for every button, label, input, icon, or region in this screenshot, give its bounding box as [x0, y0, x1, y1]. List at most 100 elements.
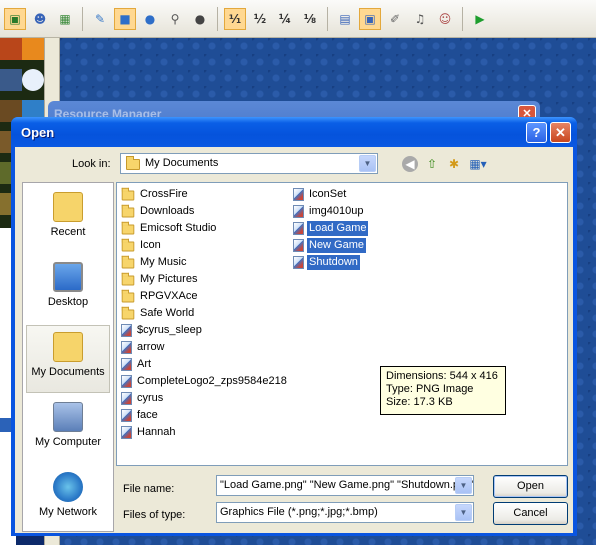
file-name: cyrus	[137, 392, 164, 404]
list-item[interactable]: Safe World	[121, 306, 196, 321]
event-icon[interactable]: ☻	[29, 8, 51, 30]
playtest-icon[interactable]: ▶	[469, 8, 491, 30]
file-name: RPGVXAce	[140, 290, 198, 302]
help-button[interactable]: ?	[526, 122, 547, 143]
zoom-1-2-button[interactable]: ½	[249, 8, 271, 30]
files-of-type-label: Files of type:	[123, 509, 186, 521]
my-network-icon	[53, 472, 83, 502]
file-name: CompleteLogo2_zps9584e218	[137, 375, 287, 387]
chevron-down-icon[interactable]: ▼	[455, 504, 472, 521]
list-item[interactable]: My Music	[121, 255, 188, 270]
views-menu-icon[interactable]: ▦▾	[466, 155, 490, 173]
tile[interactable]	[22, 38, 44, 60]
file-name: Downloads	[140, 205, 195, 217]
list-item[interactable]: Hannah	[121, 425, 178, 440]
list-item[interactable]: Art	[121, 357, 153, 372]
database-icon[interactable]: ▤	[334, 8, 356, 30]
shadow-pen-icon[interactable]: ●	[189, 8, 211, 30]
chevron-down-icon[interactable]: ▼	[455, 477, 472, 494]
list-item[interactable]: Downloads	[121, 204, 196, 219]
png-file-icon	[293, 239, 304, 252]
character-icon[interactable]: ☺	[434, 8, 456, 30]
places-recent[interactable]: Recent	[26, 185, 110, 253]
my-documents-icon	[53, 332, 83, 362]
back-icon[interactable]: ◀	[402, 156, 418, 172]
folder-icon	[121, 221, 135, 235]
cancel-button[interactable]: Cancel	[493, 502, 568, 525]
places-bar: Recent Desktop My Documents My Computer …	[22, 182, 114, 532]
png-file-icon	[121, 392, 132, 405]
new-folder-icon[interactable]: ✱	[445, 155, 463, 173]
list-item[interactable]: IconSet	[293, 187, 348, 202]
list-item[interactable]: Emicsoft Studio	[121, 221, 218, 236]
list-item-selected[interactable]: Load Game	[293, 221, 369, 236]
zoom-1-1-button[interactable]: ¹⁄₁	[224, 7, 246, 30]
list-item[interactable]: $cyrus_sleep	[121, 323, 204, 338]
places-label: Desktop	[47, 296, 89, 308]
folder-icon	[121, 306, 135, 320]
list-item[interactable]: CrossFire	[121, 187, 190, 202]
pencil-icon[interactable]: ✎	[89, 8, 111, 30]
open-dialog: Open ? ✕ Look in: My Documents ▼ ◀ ⇧ ✱ ▦…	[11, 117, 577, 536]
list-item[interactable]: img4010up	[293, 204, 365, 219]
sound-test-icon[interactable]: ♫	[409, 8, 431, 30]
toolbar-separator	[217, 6, 218, 31]
file-name: face	[137, 409, 158, 421]
file-name: Safe World	[140, 307, 195, 319]
map-icon[interactable]: ▦	[54, 8, 76, 30]
ellipse-icon[interactable]: ●	[139, 8, 161, 30]
list-item[interactable]: CompleteLogo2_zps9584e218	[121, 374, 289, 389]
list-item[interactable]: Icon	[121, 238, 163, 253]
look-in-value: My Documents	[145, 157, 219, 169]
file-name-field[interactable]: "Load Game.png" "New Game.png" "Shutdown…	[216, 475, 474, 496]
file-info-tooltip: Dimensions: 544 x 416 Type: PNG Image Si…	[380, 366, 506, 415]
up-folder-icon[interactable]: ⇧	[423, 155, 441, 173]
close-button[interactable]: ✕	[550, 122, 571, 143]
folder-icon	[121, 238, 135, 252]
tile[interactable]	[0, 69, 22, 91]
places-my-documents[interactable]: My Documents	[26, 325, 110, 393]
folder-icon	[121, 272, 135, 286]
png-file-icon	[121, 358, 132, 371]
file-name: IconSet	[309, 188, 347, 200]
dialog-titlebar[interactable]: Open ? ✕	[11, 117, 577, 147]
png-file-icon	[121, 341, 132, 354]
list-item-selected[interactable]: New Game	[293, 238, 367, 253]
file-name: Emicsoft Studio	[140, 222, 217, 234]
tile[interactable]	[0, 38, 22, 60]
zoom-1-4-button[interactable]: ¼	[274, 8, 296, 30]
look-in-dropdown[interactable]: My Documents ▼	[120, 153, 378, 174]
file-list[interactable]: CrossFire Downloads Emicsoft Studio Icon…	[116, 182, 568, 466]
list-item[interactable]: face	[121, 408, 160, 423]
places-my-network[interactable]: My Network	[26, 465, 110, 531]
files-of-type-dropdown[interactable]: Graphics File (*.png;*.jpg;*.bmp) ▼	[216, 502, 474, 523]
file-name: My Music	[140, 256, 187, 268]
script-editor-icon[interactable]: ✐	[384, 8, 406, 30]
chevron-down-icon[interactable]: ▼	[359, 155, 376, 172]
rectangle-icon[interactable]: ■	[114, 7, 136, 30]
list-item-selected[interactable]: Shutdown	[293, 255, 360, 270]
places-my-computer[interactable]: My Computer	[26, 395, 110, 463]
list-item[interactable]: My Pictures	[121, 272, 199, 287]
open-button[interactable]: Open	[493, 475, 568, 498]
tooltip-size: Size: 17.3 KB	[386, 396, 453, 408]
list-item[interactable]: cyrus	[121, 391, 165, 406]
toolbar-separator	[82, 6, 83, 31]
tile[interactable]	[22, 69, 44, 91]
select-icon[interactable]: ▣	[4, 7, 26, 30]
editor-toolbar: ▣ ☻ ▦ ✎ ■ ● ⚲ ● ¹⁄₁ ½ ¼ ⅛ ▤ ▣ ✐ ♫ ☺ ▶	[0, 0, 596, 38]
places-label: My Network	[38, 506, 98, 518]
places-label: Recent	[50, 226, 86, 238]
file-name: $cyrus_sleep	[137, 324, 202, 336]
places-desktop[interactable]: Desktop	[26, 255, 110, 323]
toolbar-separator	[462, 6, 463, 31]
folder-icon	[121, 255, 135, 269]
fill-icon[interactable]: ⚲	[164, 8, 186, 30]
zoom-1-8-button[interactable]: ⅛	[299, 8, 321, 30]
resource-manager-icon[interactable]: ▣	[359, 7, 381, 30]
list-item[interactable]: arrow	[121, 340, 167, 355]
tooltip-type: Type: PNG Image	[386, 383, 474, 395]
list-item[interactable]: RPGVXAce	[121, 289, 199, 304]
file-name: CrossFire	[140, 188, 188, 200]
file-name-label: File name:	[123, 483, 175, 495]
